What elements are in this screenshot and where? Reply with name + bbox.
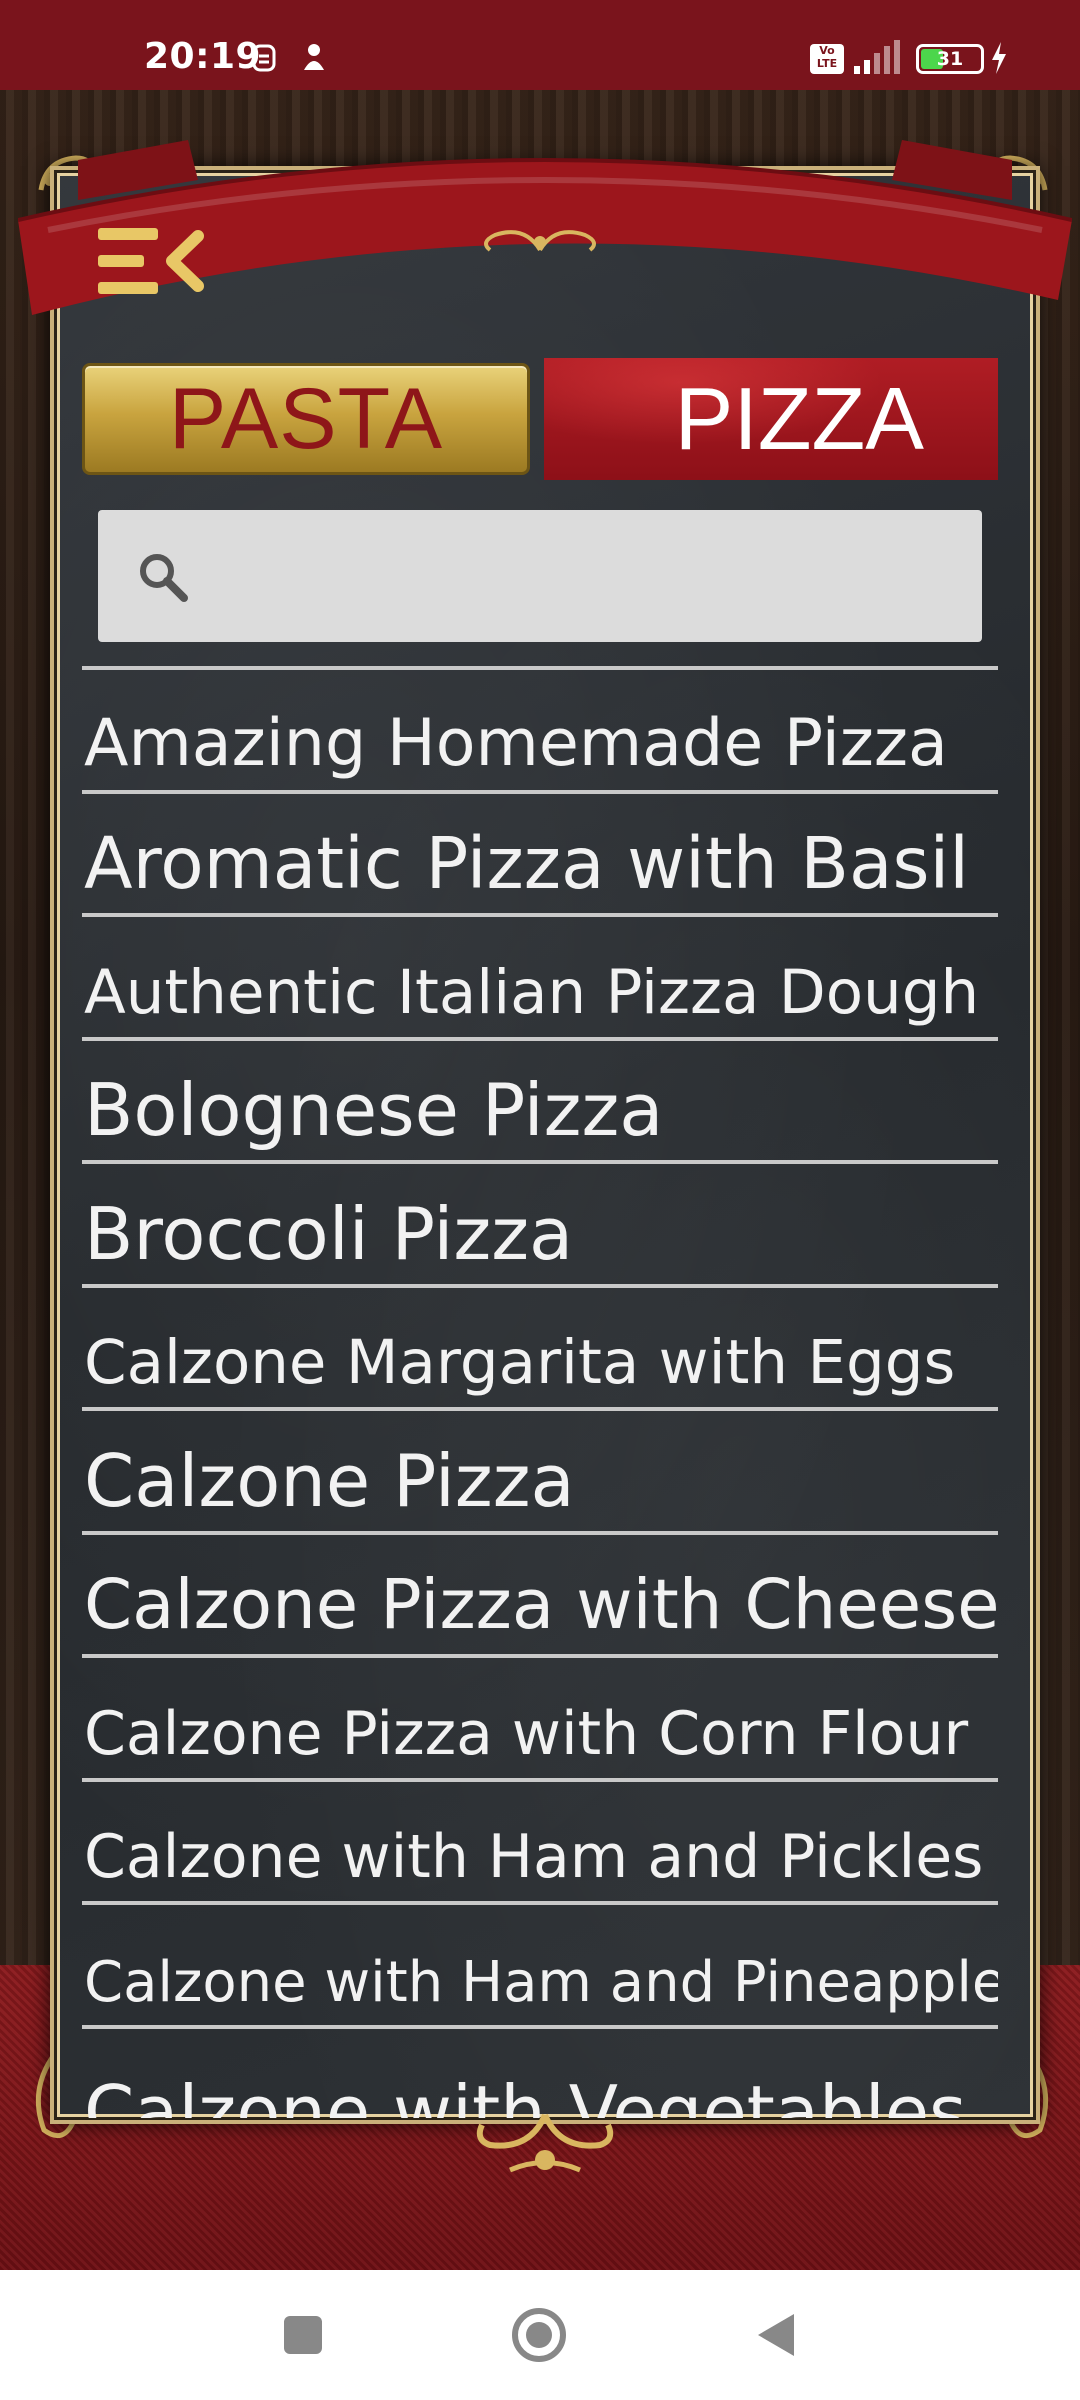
list-item[interactable]: Calzone with Ham and Pickles xyxy=(82,1777,998,1902)
triangle-back-icon[interactable] xyxy=(752,2310,800,2360)
list-item[interactable]: Calzone with Ham and Pineapple xyxy=(82,1901,998,2025)
list-item[interactable]: Calzone Pizza with Cheese xyxy=(82,1530,998,1655)
list-item[interactable]: Calzone Pizza xyxy=(82,1407,998,1531)
list-item[interactable]: Authentic Italian Pizza Dough xyxy=(82,913,998,1037)
recipe-title: Authentic Italian Pizza Dough xyxy=(84,956,980,1028)
list-item[interactable]: Amazing Homemade Pizza xyxy=(82,666,998,790)
list-item[interactable]: Calzone Margarita with Eggs xyxy=(82,1283,998,1408)
navigation-bar xyxy=(0,2270,1080,2400)
battery-icon: 31 xyxy=(916,44,984,74)
list-item[interactable]: Broccoli Pizza xyxy=(82,1160,998,1284)
recipe-title: Calzone Pizza with Cheese xyxy=(84,1565,998,1645)
recipe-title: Bolognese Pizza xyxy=(84,1068,664,1152)
tab-pasta-label: PASTA xyxy=(168,371,444,467)
signal-label: LTE xyxy=(816,57,838,70)
tab-pizza[interactable]: PIZZA xyxy=(544,358,998,480)
recipe-list: Amazing Homemade Pizza Aromatic Pizza wi… xyxy=(82,666,998,2118)
list-item[interactable]: Calzone Pizza with Corn Flour xyxy=(82,1654,998,1778)
recipe-title: Amazing Homemade Pizza xyxy=(84,705,948,781)
notification-icon xyxy=(304,44,324,70)
circle-icon[interactable] xyxy=(510,2306,568,2364)
signal-icon xyxy=(854,40,900,74)
app-screen: { "status_bar": { "time": "20:19", "batt… xyxy=(0,0,1080,2400)
tab-pizza-label: PIZZA xyxy=(674,369,924,468)
search-input[interactable] xyxy=(208,538,948,614)
menu-collapse-icon[interactable] xyxy=(92,222,204,300)
list-item[interactable]: Bolognese Pizza xyxy=(82,1036,998,1161)
list-item[interactable]: Aromatic Pizza with Basil xyxy=(82,789,998,914)
recipe-title: Calzone with Ham and Pineapple xyxy=(84,1949,998,2015)
bottom-ornament xyxy=(476,2113,614,2173)
charging-icon xyxy=(992,42,1006,74)
recipe-title: Calzone Margarita with Eggs xyxy=(84,1327,956,1398)
volte-icon: Vo LTE xyxy=(810,44,844,74)
recipe-title: Calzone Pizza with Corn Flour xyxy=(84,1698,969,1769)
search-icon xyxy=(140,554,188,602)
square-icon[interactable] xyxy=(280,2312,326,2358)
search-box[interactable] xyxy=(98,510,982,642)
list-item[interactable]: Calzone with Vegetables xyxy=(82,2024,998,2118)
battery-level: 31 xyxy=(936,48,964,70)
data-saver-icon xyxy=(252,44,276,72)
recipe-title: Aromatic Pizza with Basil xyxy=(84,822,969,905)
status-time: 20:19 xyxy=(144,36,262,77)
recipe-title: Calzone with Vegetables xyxy=(84,2070,967,2118)
banner-ornament xyxy=(484,230,596,252)
tab-pasta[interactable]: PASTA xyxy=(82,363,530,475)
recipe-title: Calzone with Ham and Pickles xyxy=(84,1822,984,1892)
recipe-title: Calzone Pizza xyxy=(84,1438,575,1523)
status-bar: 20:19 Vo LTE 31 xyxy=(0,0,1080,90)
recipe-title: Broccoli Pizza xyxy=(84,1191,574,1276)
